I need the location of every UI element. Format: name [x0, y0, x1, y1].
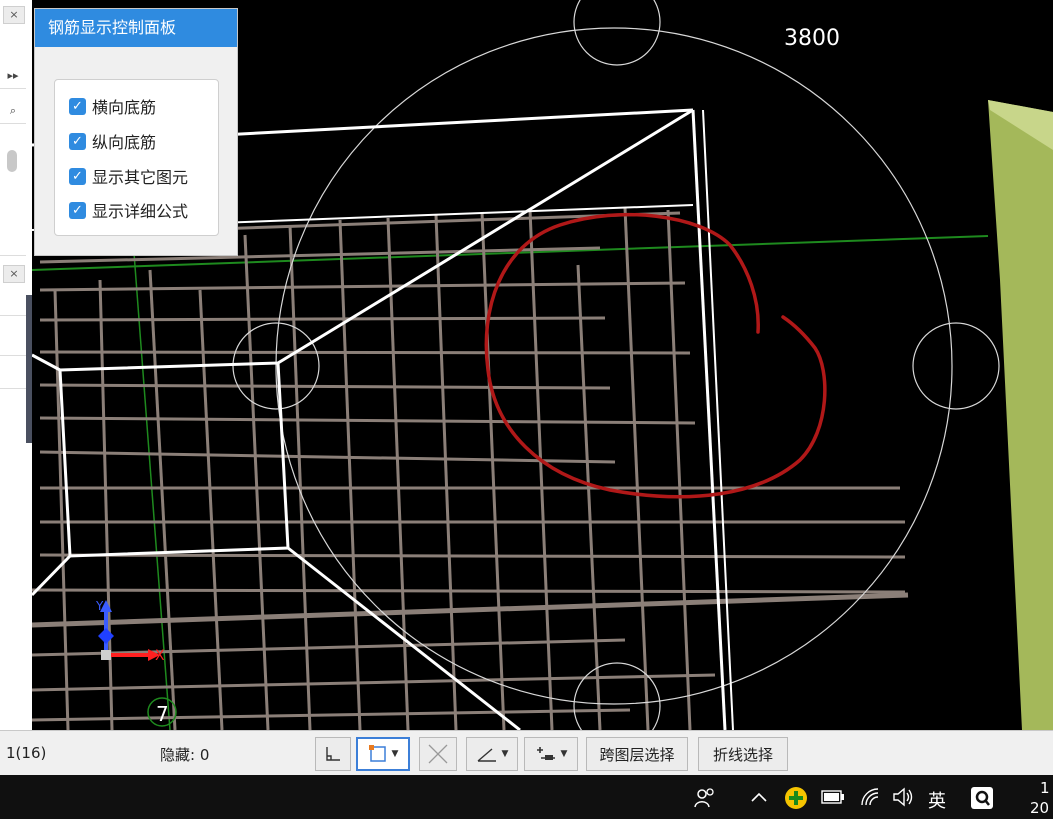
check-icon[interactable]: ✓ — [69, 201, 86, 219]
notification-app-icon[interactable] — [970, 786, 994, 810]
panel-title: 钢筋显示控制面板 — [35, 9, 237, 47]
dropdown-icon[interactable]: ▼ — [392, 749, 399, 759]
battery-icon[interactable] — [821, 790, 845, 804]
wifi-icon[interactable] — [860, 787, 882, 807]
ortho-icon — [326, 747, 340, 761]
dropdown-icon[interactable]: ▼ — [561, 749, 568, 759]
rebar-display-panel: 钢筋显示控制面板 ✓ 横向底筋 ✓ 纵向底筋 ✓ 显示其它图元 ✓ 显示详细公式 — [34, 8, 238, 256]
offset-icon — [536, 747, 555, 760]
close-icon[interactable]: × — [3, 6, 25, 24]
left-side-panel: × ▸▸ ⌕ × — [0, 0, 33, 730]
angle-button[interactable]: ▼ — [466, 737, 518, 771]
checkbox-vertical-rebar[interactable]: ✓ 纵向底筋 — [69, 129, 156, 153]
checkbox-label: 纵向底筋 — [92, 133, 157, 152]
close-icon[interactable]: × — [3, 265, 25, 283]
divider — [0, 315, 26, 316]
divider — [0, 388, 26, 389]
clock-date[interactable]: 20 — [1030, 799, 1049, 817]
windows-taskbar: 英 1 20 — [0, 775, 1053, 819]
status-bar: 1(16) 隐藏: 0 ▼ ▼ ▼ 跨图层选择 折线选择 — [0, 730, 1053, 776]
clock-time[interactable]: 1 — [1040, 779, 1050, 797]
people-icon[interactable] — [693, 787, 717, 809]
check-icon[interactable]: ✓ — [69, 132, 86, 150]
chevron-up-icon[interactable] — [750, 791, 768, 803]
selection-count: 1(16) — [6, 744, 47, 762]
security-app-icon[interactable] — [784, 786, 808, 810]
axis-x-label: X — [155, 648, 165, 664]
checkbox-horizontal-rebar[interactable]: ✓ 横向底筋 — [69, 94, 156, 118]
volume-icon[interactable] — [892, 787, 916, 807]
search-icon[interactable]: ⌕ — [0, 99, 26, 124]
axis-y-label: Y — [95, 599, 104, 613]
dropdown-icon[interactable]: ▼ — [502, 749, 509, 759]
options-box: ✓ 横向底筋 ✓ 纵向底筋 ✓ 显示其它图元 ✓ 显示详细公式 — [54, 79, 219, 236]
scrollbar-thumb[interactable] — [7, 150, 17, 172]
cross-button[interactable] — [419, 737, 457, 771]
snap-box-icon — [368, 745, 386, 762]
divider — [0, 355, 26, 356]
expand-icon[interactable]: ▸▸ — [0, 64, 26, 89]
snap-button[interactable]: ▼ — [356, 737, 410, 771]
checkbox-detailed-formula[interactable]: ✓ 显示详细公式 — [69, 198, 188, 222]
dimension-label: 3800 — [784, 26, 840, 51]
small-circle — [912, 322, 1000, 410]
hidden-count: 隐藏: 0 — [160, 746, 210, 764]
ortho-button[interactable] — [315, 737, 351, 771]
check-icon[interactable]: ✓ — [69, 167, 86, 185]
green-wall — [988, 100, 1053, 730]
checkbox-label: 显示详细公式 — [92, 202, 189, 221]
checkbox-label: 显示其它图元 — [92, 168, 189, 187]
angle-icon — [477, 748, 496, 762]
check-icon[interactable]: ✓ — [69, 97, 86, 115]
checkbox-label: 横向底筋 — [92, 98, 157, 117]
cross-icon — [428, 744, 448, 764]
checkbox-other-elements[interactable]: ✓ 显示其它图元 — [69, 164, 188, 188]
view-number: 7 — [156, 702, 169, 726]
small-circle — [573, 0, 661, 66]
ime-indicator[interactable]: 英 — [928, 787, 946, 813]
polyline-select-button[interactable]: 折线选择 — [698, 737, 788, 771]
divider — [0, 255, 26, 256]
offset-button[interactable]: ▼ — [524, 737, 578, 771]
cross-layer-select-button[interactable]: 跨图层选择 — [586, 737, 688, 771]
